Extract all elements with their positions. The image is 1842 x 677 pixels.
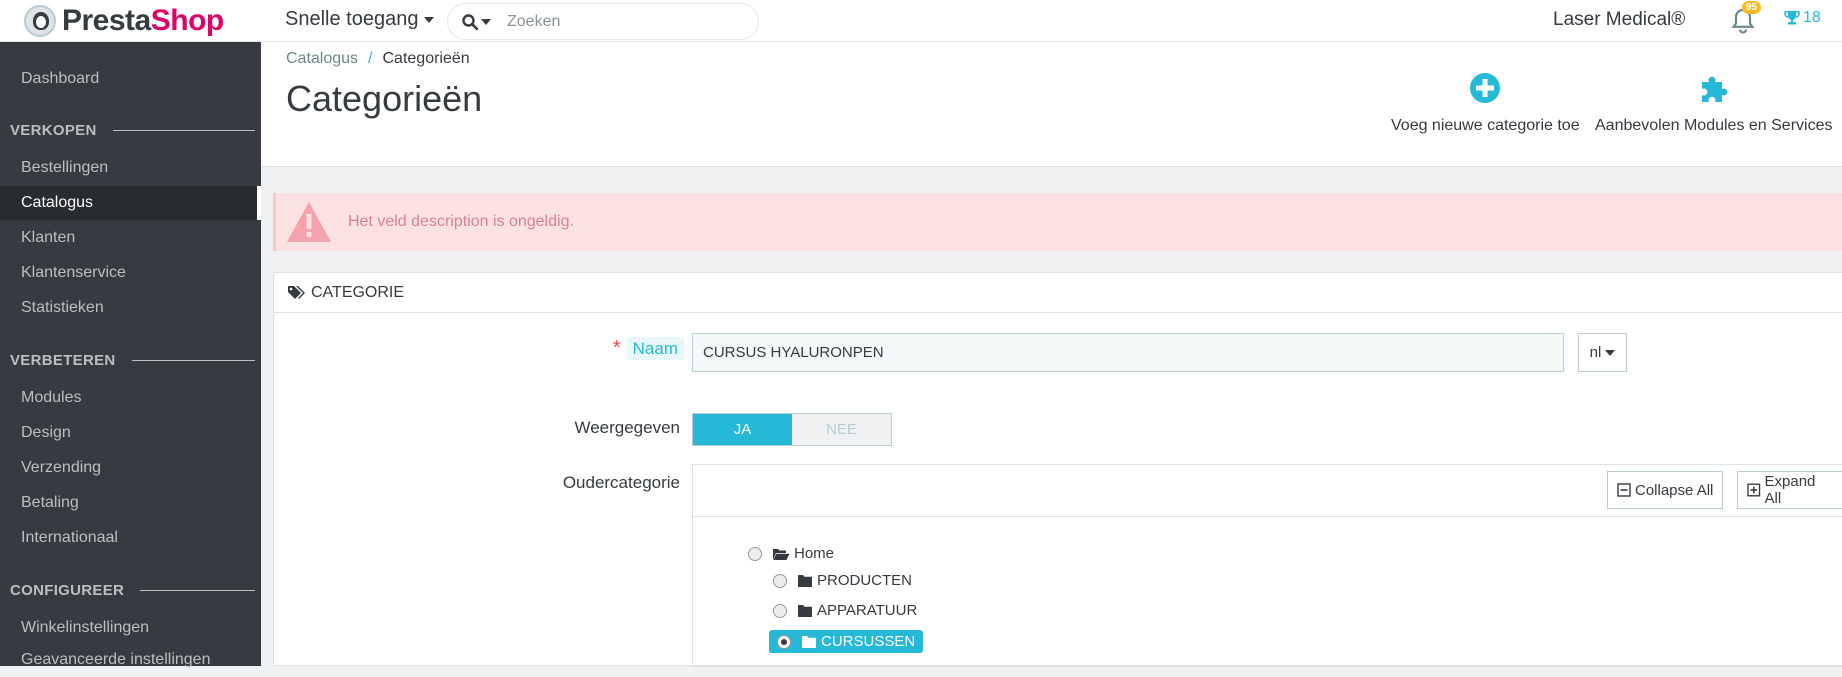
sidebar-section-sell: VERKOPEN xyxy=(10,122,255,139)
trophy-link[interactable]: 18 xyxy=(1784,9,1821,27)
breadcrumb-current: Categorieën xyxy=(382,50,470,67)
tree-item-courses[interactable]: CURSUSSEN xyxy=(769,630,924,653)
alert-message: Het veld description is ongeldig. xyxy=(348,213,574,230)
panel-heading: CATEGORIE xyxy=(274,273,1842,313)
displayed-switch: JA NEE xyxy=(692,413,892,446)
add-category-button[interactable]: Voeg nieuwe categorie toe xyxy=(1391,72,1580,135)
tree-item-products[interactable]: PRODUCTEN xyxy=(773,572,912,589)
plus-square-icon xyxy=(1747,483,1761,497)
sidebar-item-design[interactable]: Design xyxy=(0,416,261,450)
notification-badge: 95 xyxy=(1742,1,1762,14)
tree-item-home[interactable]: Home xyxy=(748,545,834,562)
sidebar-section-configure: CONFIGUREER xyxy=(10,582,255,599)
plus-circle-icon xyxy=(1470,73,1501,103)
folder-icon xyxy=(798,604,812,617)
breadcrumb-catalog-link[interactable]: Catalogus xyxy=(286,50,358,67)
tree-radio-checked[interactable] xyxy=(777,634,791,649)
sidebar-item-catalog[interactable]: Catalogus xyxy=(0,186,261,220)
sidebar-item-shipping[interactable]: Verzending xyxy=(0,451,261,485)
puzzle-icon xyxy=(1701,76,1728,102)
folder-icon xyxy=(798,574,812,587)
caret-down-icon xyxy=(424,16,435,23)
sidebar-item-international[interactable]: Internationaal xyxy=(0,521,261,555)
tree-item-equipment[interactable]: APPARATUUR xyxy=(773,602,917,619)
warning-icon xyxy=(287,202,331,242)
sidebar-item-orders[interactable]: Bestellingen xyxy=(0,151,261,185)
caret-down-icon xyxy=(1605,349,1616,356)
sidebar-item-customer-service[interactable]: Klantenservice xyxy=(0,256,261,290)
search-input[interactable] xyxy=(507,12,727,31)
collapse-all-button[interactable]: Collapse All xyxy=(1607,471,1724,509)
tree-radio[interactable] xyxy=(748,546,762,561)
displayed-yes-option[interactable]: JA xyxy=(693,414,792,445)
prestashop-logo[interactable]: PrestaShop xyxy=(24,3,224,39)
displayed-no-option[interactable]: NEE xyxy=(792,414,891,445)
folder-open-icon xyxy=(773,548,790,560)
minus-square-icon xyxy=(1617,483,1631,497)
page-header: Catalogus / Categorieën Categorieën Voeg n… xyxy=(261,42,1842,167)
tree-radio[interactable] xyxy=(773,603,787,618)
search-type-dropdown[interactable] xyxy=(462,13,491,30)
top-header: PrestaShop Snelle toegang Laser Medical®… xyxy=(0,0,1842,42)
name-input[interactable]: CURSUS HYALURONPEN xyxy=(692,333,1564,372)
error-alert: Het veld description is ongeldig. xyxy=(273,193,1842,251)
name-label: * Naam xyxy=(604,337,684,360)
displayed-label: Weergegeven xyxy=(574,418,680,437)
sidebar-section-improve: VERBETEREN xyxy=(10,352,255,369)
sidebar-item-dashboard[interactable]: Dashboard xyxy=(0,62,261,96)
breadcrumb: Catalogus / Categorieën xyxy=(286,50,470,67)
sidebar: Dashboard VERKOPEN Bestellingen Catalogu… xyxy=(0,42,261,668)
sidebar-item-advanced-parameters[interactable]: Geavanceerde instellingen xyxy=(0,643,261,677)
search-bar xyxy=(447,3,759,40)
search-icon xyxy=(462,13,478,30)
caret-down-icon xyxy=(481,18,491,25)
sidebar-item-shop-parameters[interactable]: Winkelinstellingen xyxy=(0,611,261,645)
folder-icon xyxy=(802,635,816,648)
tags-icon xyxy=(288,285,305,299)
sidebar-item-payment[interactable]: Betaling xyxy=(0,486,261,520)
tree-radio[interactable] xyxy=(773,573,787,588)
trophy-icon xyxy=(1784,11,1800,25)
sidebar-item-stats[interactable]: Statistieken xyxy=(0,291,261,325)
quick-access-dropdown[interactable]: Snelle toegang xyxy=(285,8,435,31)
sidebar-item-customers[interactable]: Klanten xyxy=(0,221,261,255)
language-dropdown[interactable]: nl xyxy=(1578,333,1627,372)
sidebar-item-modules[interactable]: Modules xyxy=(0,381,261,415)
page-title: Categorieën xyxy=(286,78,483,119)
recommended-modules-button[interactable]: Aanbevolen Modules en Services xyxy=(1595,72,1832,135)
expand-all-button[interactable]: Expand All xyxy=(1737,471,1842,509)
parent-category-label: Oudercategorie xyxy=(562,473,680,492)
tree-toolbar: Collapse All Expand All xyxy=(693,465,1842,517)
shop-name-link[interactable]: Laser Medical® xyxy=(1553,9,1685,31)
category-tree: Collapse All Expand All Home PRODUCTEN A… xyxy=(692,464,1842,667)
category-form-panel: CATEGORIE * Naam CURSUS HYALURONPEN nl We… xyxy=(273,272,1842,667)
puffin-icon xyxy=(24,5,56,37)
